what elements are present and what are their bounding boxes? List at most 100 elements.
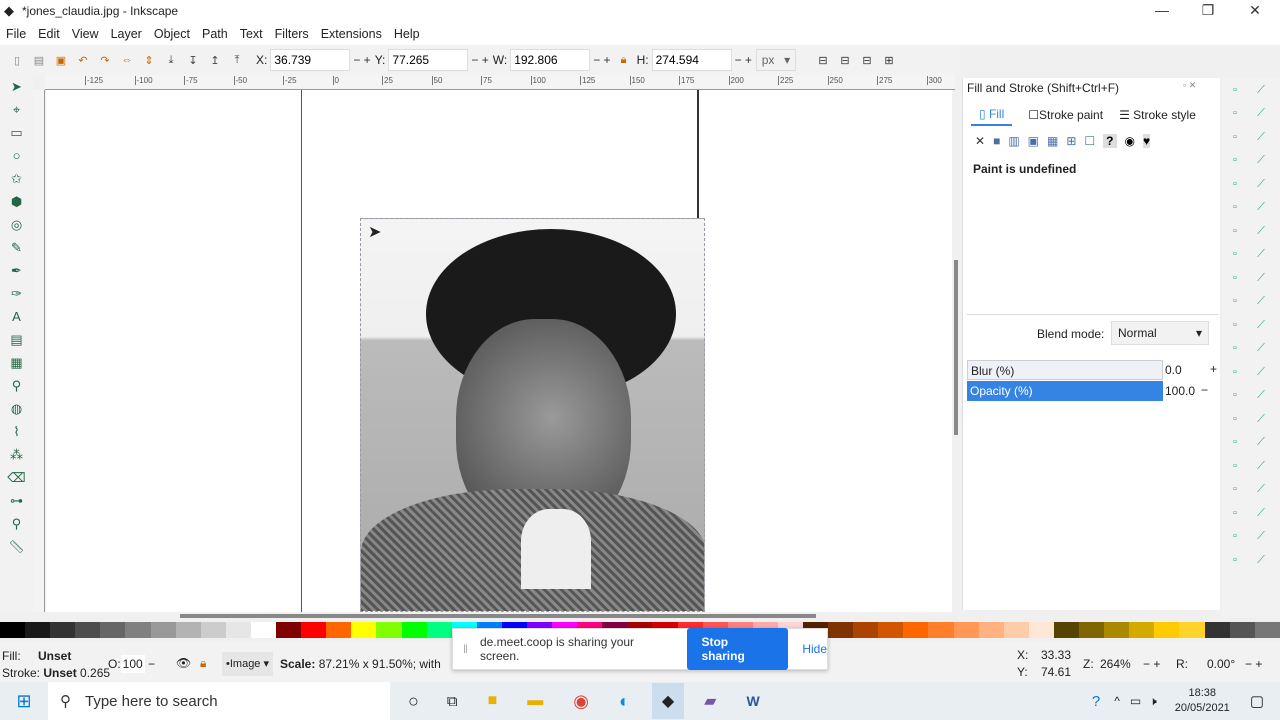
snap-toggle-icon[interactable]: ⟋ — [1248, 314, 1274, 337]
command-icon[interactable]: ▫ — [1222, 337, 1248, 360]
palette-swatch[interactable] — [1204, 622, 1230, 638]
stop-sharing-button[interactable]: Stop sharing — [687, 628, 789, 670]
ellipse-tool-icon[interactable]: ○ — [0, 144, 33, 167]
raise-icon[interactable]: ↥ — [206, 51, 224, 69]
palette-swatch[interactable] — [953, 622, 979, 638]
canvas[interactable]: ➤ — [46, 90, 952, 612]
zoom-stepper[interactable]: − + — [1143, 657, 1160, 671]
palette-swatch[interactable] — [1104, 622, 1130, 638]
menu-help[interactable]: Help — [388, 27, 426, 41]
lower-bottom-icon[interactable]: ⤓ — [162, 51, 180, 69]
selector-tool-icon[interactable]: ➤ — [0, 75, 33, 98]
flip-vertical-icon[interactable]: ⇕ — [140, 51, 158, 69]
snap-toggle-icon[interactable]: ⟋ — [1248, 290, 1274, 313]
menu-path[interactable]: Path — [196, 27, 234, 41]
palette-swatch[interactable] — [426, 622, 452, 638]
star-tool-icon[interactable]: ✩ — [0, 167, 33, 190]
mesh-tool-icon[interactable]: ▦ — [0, 351, 33, 374]
3dbox-tool-icon[interactable]: ⬢ — [0, 190, 33, 213]
command-icon[interactable]: ▫ — [1222, 548, 1248, 571]
snap-toggle-icon[interactable]: ⟋ — [1248, 196, 1274, 219]
inkscape-taskbar-icon[interactable]: ◆ — [651, 683, 685, 719]
notifications-icon[interactable]: ▢ — [1250, 692, 1264, 710]
palette-swatch[interactable] — [351, 622, 377, 638]
palette-swatch[interactable] — [1079, 622, 1105, 638]
help-icon[interactable]: ? — [1092, 693, 1100, 710]
spray-tool-icon[interactable]: ⁂ — [0, 443, 33, 466]
menu-extensions[interactable]: Extensions — [315, 27, 388, 41]
scale-corners-icon[interactable]: ⊟ — [836, 51, 854, 69]
command-icon[interactable]: ▫ — [1222, 454, 1248, 477]
menu-filters[interactable]: Filters — [269, 27, 315, 41]
rect-tool-icon[interactable]: ▭ — [0, 121, 33, 144]
snap-toggle-icon[interactable]: ⟋ — [1248, 220, 1274, 243]
command-icon[interactable]: ▫ — [1222, 219, 1248, 242]
snap-toggle-icon[interactable]: ⟋ — [1248, 478, 1274, 501]
snap-toggle-icon[interactable]: ⟋ — [1248, 102, 1274, 125]
fill-rule-evenodd-icon[interactable]: ◉ — [1125, 134, 1135, 148]
palette-swatch[interactable] — [1179, 622, 1205, 638]
palette-swatch[interactable] — [1003, 622, 1029, 638]
mesh-gradient-icon[interactable]: ▦ — [1047, 134, 1058, 148]
tray-chevron-icon[interactable]: ^ — [1114, 694, 1120, 708]
edge-icon[interactable]: ◐ — [619, 691, 630, 712]
stroke-value[interactable]: Unset — [43, 666, 76, 680]
layer-select[interactable]: •Image ▾ — [222, 652, 274, 676]
command-icon[interactable]: ▫ — [1222, 78, 1248, 101]
palette-swatch[interactable] — [878, 622, 904, 638]
palette-swatch[interactable] — [75, 622, 101, 638]
palette-swatch[interactable] — [828, 622, 854, 638]
palette-swatch[interactable] — [301, 622, 327, 638]
palette-swatch[interactable] — [401, 622, 427, 638]
palette-swatch[interactable] — [25, 622, 51, 638]
menu-text[interactable]: Text — [234, 27, 269, 41]
lower-icon[interactable]: ↧ — [184, 51, 202, 69]
start-button[interactable]: ⊞ — [0, 691, 48, 712]
clock-time[interactable]: 18:38 — [1175, 686, 1230, 701]
palette-swatch[interactable] — [225, 622, 251, 638]
transform-gradients-icon[interactable]: ⊟ — [858, 51, 876, 69]
select-all-icon[interactable]: ▯ — [8, 51, 26, 69]
snap-toggle-icon[interactable]: ⟋ — [1248, 173, 1274, 196]
y-input[interactable] — [388, 49, 469, 71]
measure-tool-icon[interactable]: 📏︎ — [0, 535, 33, 558]
clock-date[interactable]: 20/05/2021 — [1175, 701, 1230, 716]
blur-slider[interactable]: Blur (%) — [967, 360, 1163, 380]
hide-button[interactable]: Hide — [802, 642, 827, 656]
unit-select[interactable]: px ▾ — [755, 49, 796, 71]
h-input[interactable] — [651, 49, 732, 71]
w-stepper[interactable]: − + — [593, 53, 610, 67]
palette-swatch[interactable] — [200, 622, 226, 638]
swatch-icon[interactable]: ☐ — [1084, 134, 1095, 148]
blur-plus[interactable]: + — [1210, 362, 1217, 376]
lock-icon[interactable]: 🔒︎ — [615, 51, 633, 69]
snap-toggle-icon[interactable]: ⟋ — [1248, 455, 1274, 478]
snap-toggle-icon[interactable]: ⟋ — [1248, 525, 1274, 548]
close-button[interactable]: ✕ — [1240, 2, 1270, 19]
command-icon[interactable]: ▫ — [1222, 360, 1248, 383]
deselect-icon[interactable]: ▣ — [52, 51, 70, 69]
vertical-ruler[interactable] — [33, 90, 45, 612]
horizontal-scrollbar[interactable] — [46, 612, 952, 620]
snap-toggle-icon[interactable]: ⟋ — [1248, 126, 1274, 149]
flat-color-icon[interactable]: ■ — [993, 134, 1000, 148]
opacity-value[interactable]: 100.0 — [1165, 384, 1195, 398]
palette-swatch[interactable] — [903, 622, 929, 638]
snap-toggle-icon[interactable]: ⟋ — [1248, 408, 1274, 431]
app-taskbar-icon[interactable]: ▰ — [704, 691, 716, 711]
word-icon[interactable]: W — [746, 693, 759, 709]
horizontal-ruler[interactable]: -125 -100 -75 -50 -25 0 25 50 75 100 125 150 175 200 2… — [45, 75, 955, 90]
raise-top-icon[interactable]: ⤒ — [228, 51, 246, 69]
command-icon[interactable]: ▫ — [1222, 478, 1248, 501]
menu-object[interactable]: Object — [148, 27, 196, 41]
connector-tool-icon[interactable]: ⊶ — [0, 489, 33, 512]
palette-swatch[interactable] — [853, 622, 879, 638]
pattern-icon[interactable]: ⊞ — [1066, 134, 1076, 148]
palette-swatch[interactable] — [50, 622, 76, 638]
command-icon[interactable]: ▫ — [1222, 290, 1248, 313]
command-icon[interactable]: ▫ — [1222, 525, 1248, 548]
palette-swatch[interactable] — [1154, 622, 1180, 638]
drag-handle-icon[interactable]: ‖ — [463, 642, 468, 656]
command-icon[interactable]: ▫ — [1222, 125, 1248, 148]
command-icon[interactable]: ▫ — [1222, 243, 1248, 266]
